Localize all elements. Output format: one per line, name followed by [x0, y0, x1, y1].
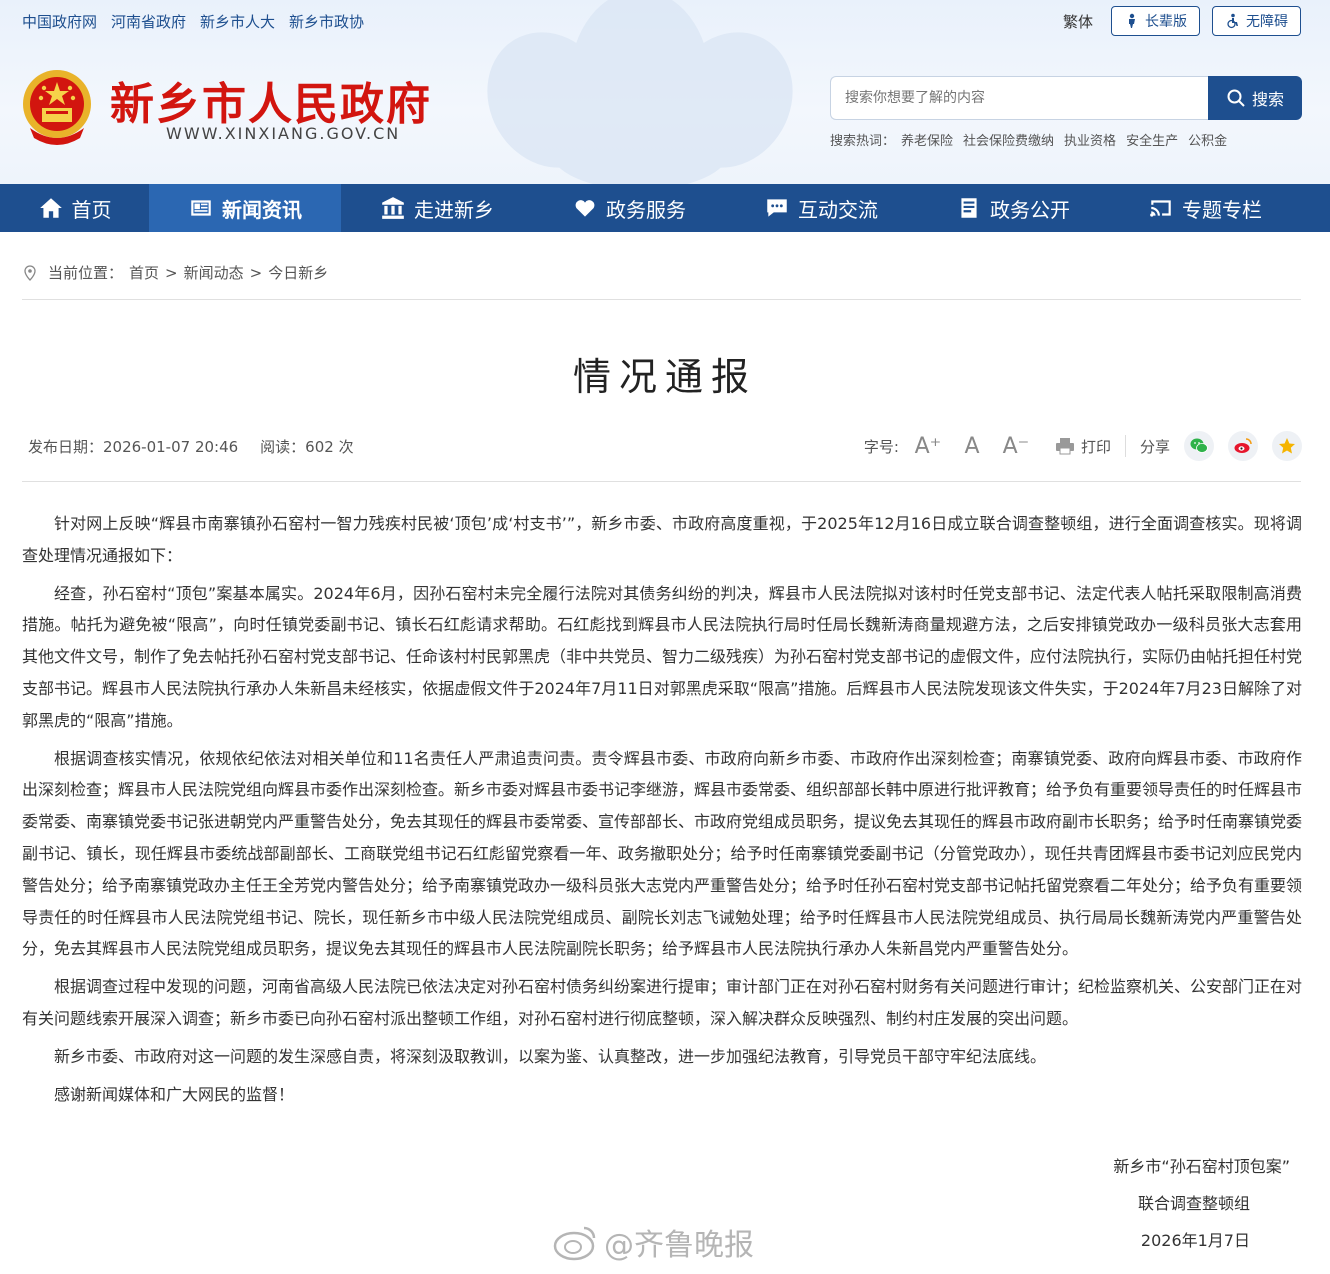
nav-label: 政务公开: [990, 197, 1070, 222]
accessibility-button[interactable]: 无障碍: [1212, 6, 1301, 36]
breadcrumb-sep: >: [165, 263, 178, 282]
home-icon: [39, 198, 62, 218]
wheelchair-icon: [1227, 13, 1238, 29]
hot-keyword[interactable]: 养老保险: [901, 130, 953, 149]
breadcrumb-item[interactable]: 新闻动态: [184, 262, 244, 283]
wechat-icon: [1190, 438, 1208, 453]
weibo-logo-icon: [553, 1226, 596, 1261]
nav-special-topics[interactable]: 专题专栏: [1109, 184, 1301, 232]
watermark-text: @齐鲁晚报: [604, 1228, 754, 1263]
article-meta: 发布日期：2026-01-07 20:46 阅读：602 次: [28, 436, 354, 457]
nav-about-city[interactable]: 走进新乡: [341, 184, 533, 232]
signature-date: 2026年1月7日: [1140, 1231, 1250, 1250]
site-domain: WWW.XINXIANG.GOV.CN: [166, 124, 401, 143]
traditional-chinese-link[interactable]: 繁体: [1063, 11, 1093, 32]
print-label: 打印: [1080, 437, 1111, 456]
top-link[interactable]: 新乡市政协: [289, 11, 364, 32]
nav-label: 专题专栏: [1182, 197, 1262, 222]
share-qzone-button[interactable]: [1272, 431, 1302, 461]
elder-mode-label: 长辈版: [1145, 14, 1187, 30]
printer-icon: [1055, 438, 1074, 455]
breadcrumb-sep: >: [249, 263, 263, 282]
divider: [1124, 435, 1126, 457]
font-decrease-button[interactable]: A⁻: [1001, 434, 1031, 459]
view-count: 阅读：602 次: [260, 438, 354, 456]
breadcrumb-item[interactable]: 今日新乡: [268, 262, 328, 283]
top-links: 中国政府网 河南省政府 新乡市人大 新乡市政协: [22, 11, 364, 32]
hot-keyword[interactable]: 公积金: [1188, 130, 1227, 149]
search-icon: [1227, 89, 1245, 107]
search-button[interactable]: 搜索: [1208, 76, 1302, 120]
weibo-icon: [1234, 438, 1252, 453]
publish-date: 发布日期：2026-01-07 20:46: [28, 438, 239, 456]
elder-mode-button[interactable]: 长辈版: [1111, 6, 1200, 36]
divider: [22, 481, 1301, 482]
nav-home[interactable]: 首页: [0, 184, 149, 232]
nav-label: 首页: [71, 197, 112, 222]
accessibility-label: 无障碍: [1246, 14, 1288, 30]
location-pin-icon: [24, 264, 36, 281]
article-paragraph: 根据调查过程中发现的问题，河南省高级人民法院已依法决定对孙石窑村债务纠纷案进行提…: [22, 977, 1303, 1028]
article-paragraph: 新乡市委、市政府对这一问题的发生深感自责，将深刻汲取教训，以案为鉴、认真整改，进…: [54, 1046, 1047, 1066]
font-increase-button[interactable]: A⁺: [913, 434, 943, 459]
divider: [22, 299, 1301, 300]
building-icon: [382, 197, 404, 219]
print-button[interactable]: 打印: [1055, 436, 1111, 457]
national-emblem-icon: [23, 70, 91, 145]
flower-decoration-icon: [487, 0, 793, 184]
nav-gov-service[interactable]: 政务服务: [533, 184, 725, 232]
nav-label: 政务服务: [606, 197, 686, 222]
chat-icon: [767, 199, 787, 217]
top-right-tools: 繁体 长辈版 无障碍: [1063, 6, 1301, 36]
font-size-label: 字号:: [863, 437, 899, 456]
nav-label: 互动交流: [798, 197, 878, 222]
article-body: 针对网上反映“辉县市南寨镇孙石窑村一智力残疾村民被‘顶包’成‘村支书’”，新乡市…: [22, 508, 1302, 1116]
share-wechat-button[interactable]: [1184, 431, 1214, 461]
article-paragraph: 经查，孙石窑村“顶包”案基本属实。2024年6月，因孙石窑村未完全履行法院对其债…: [22, 583, 1303, 730]
hot-keyword[interactable]: 安全生产: [1126, 130, 1178, 149]
signature-line: 联合调查整顿组: [1137, 1194, 1250, 1213]
search-input[interactable]: [830, 76, 1208, 120]
star-icon: [1279, 438, 1295, 454]
article-title: 情况通报: [572, 355, 757, 399]
breadcrumb: 当前位置： 首页 > 新闻动态 > 今日新乡: [22, 262, 328, 283]
hot-keyword[interactable]: 执业资格: [1064, 130, 1116, 149]
article-paragraph: 根据调查核实情况，依规依纪依法对相关单位和11名责任人严肃追责问责。责令辉县市委…: [22, 748, 1303, 959]
main-nav: 首页 新闻资讯 走进新乡 政务服务 互动交流 政务公开 专题专栏: [0, 184, 1330, 232]
document-icon: [961, 198, 977, 218]
nav-label: 新闻资讯: [222, 197, 302, 222]
top-link[interactable]: 中国政府网: [22, 11, 97, 32]
hot-search-label: 搜索热词：: [830, 134, 896, 149]
news-icon: [191, 200, 211, 216]
watermark: @齐鲁晚报: [552, 1220, 754, 1264]
nav-label: 走进新乡: [414, 197, 494, 222]
site-header: 中国政府网 河南省政府 新乡市人大 新乡市政协 繁体 长辈版 无障碍 新乡市人民…: [0, 0, 1330, 184]
search-button-label: 搜索: [1251, 90, 1284, 109]
nav-news[interactable]: 新闻资讯: [149, 184, 341, 232]
article-paragraph: 针对网上反映“辉县市南寨镇孙石窑村一智力残疾村民被‘顶包’成‘村支书’”，新乡市…: [22, 514, 1302, 565]
article-paragraph: 感谢新闻媒体和广大网民的监督！: [54, 1084, 295, 1104]
hot-keyword[interactable]: 社会保险费缴纳: [963, 130, 1054, 149]
breadcrumb-prefix: 当前位置：: [48, 264, 124, 282]
share-weibo-button[interactable]: [1228, 431, 1258, 461]
hot-search: 搜索热词： 养老保险 社会保险费缴纳 执业资格 安全生产 公积金: [830, 130, 1227, 149]
broadcast-icon: [1150, 200, 1171, 217]
breadcrumb-item[interactable]: 首页: [129, 262, 159, 283]
signature-line: 新乡市“孙石窑村顶包案”: [1113, 1157, 1290, 1176]
top-link[interactable]: 河南省政府: [111, 11, 186, 32]
top-link[interactable]: 新乡市人大: [200, 11, 275, 32]
nav-interaction[interactable]: 互动交流: [725, 184, 917, 232]
search-bar: 搜索: [830, 76, 1302, 120]
heart-hand-icon: [575, 200, 595, 217]
article-tools: 字号: A⁺ A A⁻ 打印 分享: [864, 430, 1302, 462]
share-label: 分享: [1139, 437, 1170, 456]
font-default-button[interactable]: A: [957, 434, 987, 459]
nav-gov-open[interactable]: 政务公开: [917, 184, 1109, 232]
elder-icon: [1129, 13, 1135, 28]
site-title: 新乡市人民政府: [110, 79, 432, 130]
